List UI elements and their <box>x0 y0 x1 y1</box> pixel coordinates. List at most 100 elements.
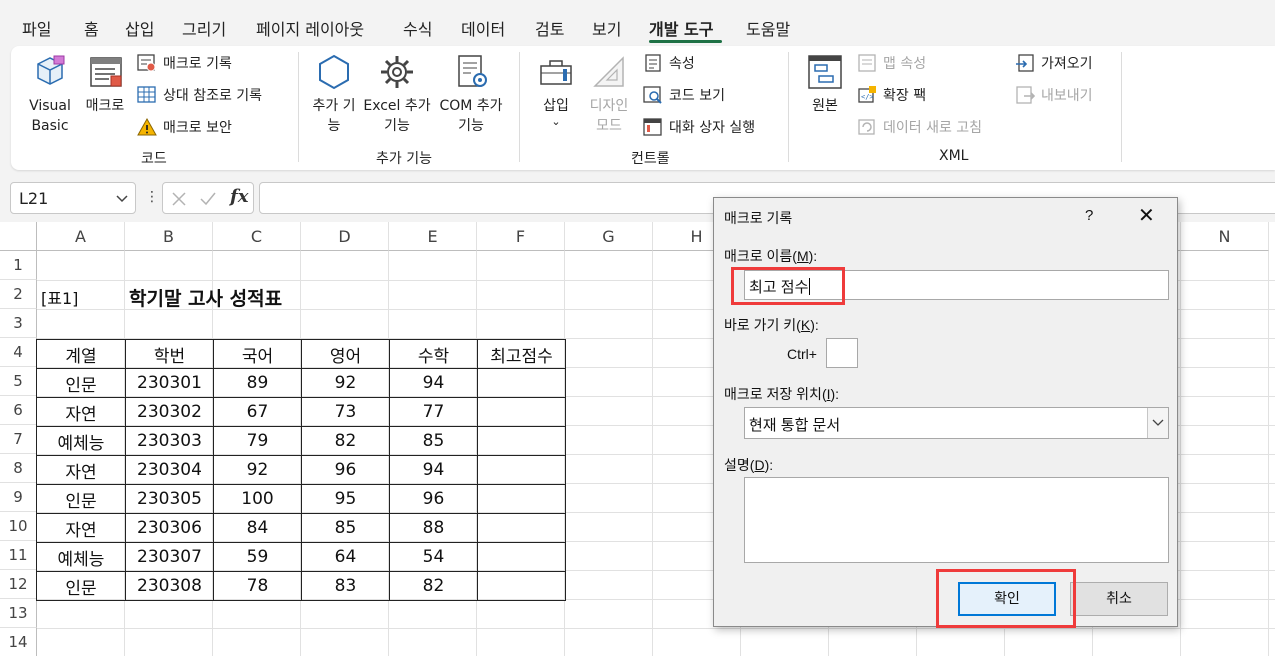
tab-view[interactable]: 보기 <box>592 16 621 40</box>
table-cell[interactable]: 자연 <box>36 455 126 485</box>
row-header[interactable]: 3 <box>0 309 37 338</box>
header-cell[interactable]: 수학 <box>389 339 478 369</box>
table-cell[interactable]: 67 <box>213 397 302 427</box>
table-cell[interactable]: 89 <box>213 368 302 398</box>
row-header[interactable]: 5 <box>0 367 37 396</box>
macro-name-input[interactable]: 최고 점수 <box>744 270 1169 300</box>
excel-addins-button[interactable]: Excel 추가 기능 <box>363 52 431 136</box>
table-cell[interactable]: 82 <box>301 426 390 456</box>
close-icon[interactable]: ✕ <box>1138 206 1155 226</box>
macros-button[interactable]: 매크로 <box>81 52 129 116</box>
tab-home[interactable]: 홈 <box>84 16 99 40</box>
table-cell[interactable]: 84 <box>213 513 302 543</box>
table-cell[interactable]: 230305 <box>125 484 214 514</box>
cancel-button[interactable]: 취소 <box>1070 582 1168 616</box>
record-macro-button[interactable]: 매크로 기록 <box>137 52 232 74</box>
table-cell[interactable]: 230304 <box>125 455 214 485</box>
table-cell[interactable]: 78 <box>213 571 302 601</box>
table-cell[interactable]: 83 <box>301 571 390 601</box>
row-header[interactable]: 10 <box>0 512 37 541</box>
row-header[interactable]: 7 <box>0 425 37 454</box>
row-header[interactable]: 4 <box>0 338 37 367</box>
header-cell[interactable]: 계열 <box>36 339 126 369</box>
header-cell[interactable]: 국어 <box>213 339 302 369</box>
table-cell[interactable]: 79 <box>213 426 302 456</box>
table-cell[interactable]: 59 <box>213 542 302 572</box>
row-header[interactable]: 12 <box>0 570 37 599</box>
column-header-f[interactable]: F <box>477 222 565 251</box>
relative-reference-button[interactable]: 상대 참조로 기록 <box>137 84 262 106</box>
column-header-g[interactable]: G <box>565 222 653 251</box>
table-cell[interactable]: 230301 <box>125 368 214 398</box>
row-header[interactable]: 9 <box>0 483 37 512</box>
sheet-title[interactable]: 학기말 고사 성적표 <box>129 284 282 311</box>
chevron-down-icon[interactable] <box>115 191 129 205</box>
row-header[interactable]: 14 <box>0 628 37 656</box>
table-cell[interactable]: 64 <box>301 542 390 572</box>
table-cell[interactable]: 230302 <box>125 397 214 427</box>
run-dialog-button[interactable]: 대화 상자 실행 <box>643 116 755 138</box>
tab-help[interactable]: 도움말 <box>746 16 790 40</box>
header-cell[interactable]: 학번 <box>125 339 214 369</box>
header-cell[interactable]: 영어 <box>301 339 390 369</box>
table-cell[interactable]: 인문 <box>36 484 126 514</box>
formula-bar-options-icon[interactable]: ⋮ <box>145 189 159 205</box>
tab-draw[interactable]: 그리기 <box>182 16 226 40</box>
column-header-a[interactable]: A <box>37 222 125 251</box>
row-header[interactable]: 11 <box>0 541 37 570</box>
table-cell[interactable] <box>477 426 566 456</box>
table-reference-label[interactable]: [표1] <box>41 285 78 309</box>
table-cell[interactable]: 인문 <box>36 571 126 601</box>
table-cell[interactable]: 자연 <box>36 513 126 543</box>
store-macro-select[interactable]: 현재 통합 문서 <box>744 407 1169 439</box>
design-mode-button[interactable]: 디자인 모드 <box>585 52 633 136</box>
ok-button[interactable]: 확인 <box>958 582 1056 616</box>
view-code-button[interactable]: 코드 보기 <box>643 84 725 106</box>
tab-review[interactable]: 검토 <box>535 16 564 40</box>
addins-button[interactable]: 추가 기능 <box>311 52 357 136</box>
row-header[interactable]: 2 <box>0 280 37 309</box>
description-textarea[interactable] <box>744 477 1169 563</box>
table-cell[interactable]: 96 <box>301 455 390 485</box>
table-cell[interactable]: 85 <box>389 426 478 456</box>
table-cell[interactable]: 예체능 <box>36 542 126 572</box>
name-box[interactable]: L21 <box>10 182 136 214</box>
tab-formulas[interactable]: 수식 <box>403 16 432 40</box>
table-cell[interactable] <box>477 542 566 572</box>
properties-button[interactable]: 속성 <box>643 52 695 74</box>
table-cell[interactable]: 92 <box>213 455 302 485</box>
visual-basic-button[interactable]: Visual Basic <box>25 52 75 136</box>
table-cell[interactable]: 96 <box>389 484 478 514</box>
insert-control-button[interactable]: 삽입 ⌄ <box>533 52 579 128</box>
table-cell[interactable] <box>477 368 566 398</box>
help-button[interactable]: ? <box>1085 207 1093 224</box>
select-all-corner[interactable] <box>0 222 37 251</box>
table-cell[interactable]: 82 <box>389 571 478 601</box>
tab-page-layout[interactable]: 페이지 레이아웃 <box>256 16 364 40</box>
table-cell[interactable]: 230308 <box>125 571 214 601</box>
table-cell[interactable]: 230307 <box>125 542 214 572</box>
table-cell[interactable]: 자연 <box>36 397 126 427</box>
table-cell[interactable]: 인문 <box>36 368 126 398</box>
macro-security-button[interactable]: 매크로 보안 <box>137 116 232 138</box>
tab-data[interactable]: 데이터 <box>461 16 505 40</box>
row-header[interactable]: 1 <box>0 251 37 280</box>
insert-function-button[interactable]: fx <box>230 186 248 207</box>
tab-insert[interactable]: 삽입 <box>125 16 154 40</box>
table-cell[interactable]: 예체능 <box>36 426 126 456</box>
column-header-n[interactable]: N <box>1181 222 1269 251</box>
table-cell[interactable] <box>477 513 566 543</box>
column-header-c[interactable]: C <box>213 222 301 251</box>
import-button[interactable]: 가져오기 <box>1015 52 1093 74</box>
column-header-b[interactable]: B <box>125 222 213 251</box>
refresh-data-button[interactable]: 데이터 새로 고침 <box>857 116 982 138</box>
tab-file[interactable]: 파일 <box>22 16 51 40</box>
header-cell[interactable]: 최고점수 <box>477 339 566 369</box>
table-cell[interactable]: 54 <box>389 542 478 572</box>
table-cell[interactable]: 94 <box>389 368 478 398</box>
row-header[interactable]: 6 <box>0 396 37 425</box>
table-cell[interactable]: 77 <box>389 397 478 427</box>
row-header[interactable]: 13 <box>0 599 37 628</box>
table-cell[interactable] <box>477 484 566 514</box>
map-properties-button[interactable]: 맵 속성 <box>857 52 926 74</box>
